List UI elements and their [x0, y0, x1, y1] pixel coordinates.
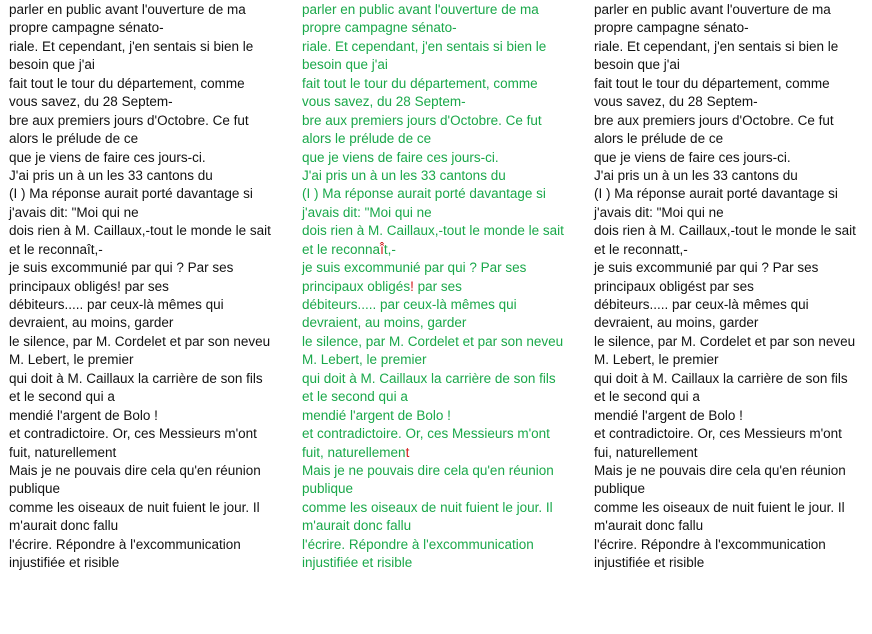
- text-column-left: parler en public avant l'ouverture de ma…: [9, 0, 279, 574]
- text-line: et le reconnaî̂t,-: [302, 241, 396, 257]
- text-line: alors le prélude de ce: [594, 131, 724, 147]
- diff-highlight: î̂: [380, 241, 384, 257]
- text-line: et le second qui a: [9, 389, 115, 405]
- text-line: alors le prélude de ce: [302, 131, 432, 147]
- text-line: M. Lebert, le premier: [594, 352, 719, 368]
- text-line: (I ) Ma réponse aurait porté davantage s…: [9, 186, 253, 202]
- text-line: l'écrire. Répondre à l'excommunication: [594, 536, 826, 552]
- text-line: j'avais dit: "Moi qui ne: [594, 204, 724, 220]
- diff-highlight: !: [410, 278, 414, 294]
- text-line: vous savez, du 28 Septem-: [302, 94, 466, 110]
- text-line: dois rien à M. Caillaux,-tout le monde l…: [302, 223, 564, 239]
- diff-highlight: t: [405, 444, 410, 460]
- text-line: l'écrire. Répondre à l'excommunication: [302, 536, 534, 552]
- text-line: besoin que j'ai: [302, 57, 388, 73]
- text-line: et le reconnatt,-: [594, 241, 688, 257]
- text-line: injustifiée et risible: [594, 555, 705, 571]
- text-line: vous savez, du 28 Septem-: [594, 94, 758, 110]
- text-line: riale. Et cependant, j'en sentais si bie…: [594, 38, 839, 54]
- text-line: le silence, par M. Cordelet et par son n…: [302, 333, 564, 349]
- text-line: fait tout le tour du département, comme: [594, 75, 830, 91]
- text-line: comme les oiseaux de nuit fuient le jour…: [302, 499, 553, 515]
- text-line: publique: [302, 481, 354, 497]
- text-line: principaux obligés! par ses: [302, 278, 462, 294]
- text-line: mendié l'argent de Bolo !: [594, 407, 743, 423]
- text-line: J'ai pris un à un les 33 cantons du: [302, 167, 506, 183]
- text-line: le silence, par M. Cordelet et par son n…: [9, 333, 271, 349]
- text-line: que je viens de faire ces jours-ci.: [594, 149, 791, 165]
- text-line: besoin que j'ai: [594, 57, 680, 73]
- text-line: vous savez, du 28 Septem-: [9, 94, 173, 110]
- text-line: bre aux premiers jours d'Octobre. Ce fut: [594, 112, 834, 128]
- text-line: alors le prélude de ce: [9, 131, 139, 147]
- text-line: et le reconnaît,-: [9, 241, 103, 257]
- text-line: je suis excommunié par qui ? Par ses: [302, 260, 527, 276]
- text-line: propre campagne sénato-: [594, 20, 749, 36]
- text-line: j'avais dit: "Moi qui ne: [302, 204, 432, 220]
- text-line: riale. Et cependant, j'en sentais si bie…: [302, 38, 547, 54]
- text-line: dois rien à M. Caillaux,-tout le monde l…: [9, 223, 271, 239]
- text-line: propre campagne sénato-: [302, 20, 457, 36]
- text-line: (I ) Ma réponse aurait porté davantage s…: [594, 186, 838, 202]
- text-line: fait tout le tour du département, comme: [302, 75, 538, 91]
- text-line: qui doit à M. Caillaux la carrière de so…: [594, 370, 848, 386]
- text-line: principaux obligés! par ses: [9, 278, 169, 294]
- text-line: mendié l'argent de Bolo !: [9, 407, 158, 423]
- text-line: J'ai pris un à un les 33 cantons du: [594, 167, 798, 183]
- text-line: Mais je ne pouvais dire cela qu'en réuni…: [594, 462, 846, 478]
- text-line: comme les oiseaux de nuit fuient le jour…: [9, 499, 260, 515]
- text-line: je suis excommunié par qui ? Par ses: [594, 260, 819, 276]
- text-line: qui doit à M. Caillaux la carrière de so…: [9, 370, 263, 386]
- text-line: comme les oiseaux de nuit fuient le jour…: [594, 499, 845, 515]
- text-line: Mais je ne pouvais dire cela qu'en réuni…: [9, 462, 261, 478]
- text-line: j'avais dit: "Moi qui ne: [9, 204, 139, 220]
- text-line: mendié l'argent de Bolo !: [302, 407, 451, 423]
- text-column-right: parler en public avant l'ouverture de ma…: [594, 0, 864, 574]
- text-line: débiteurs..... par ceux-là mêmes qui: [9, 297, 224, 312]
- text-line: débiteurs..... par ceux-là mêmes qui: [302, 297, 517, 312]
- text-line: m'aurait donc fallu: [302, 518, 412, 534]
- text-line: injustifiée et risible: [9, 555, 120, 571]
- text-line: et contradictoire. Or, ces Messieurs m'o…: [594, 426, 842, 442]
- text-line: et le second qui a: [302, 389, 408, 405]
- text-line: et le second qui a: [594, 389, 700, 405]
- text-line: devraient, au moins, garder: [302, 315, 467, 331]
- text-line: besoin que j'ai: [9, 57, 95, 73]
- text-line: l'écrire. Répondre à l'excommunication: [9, 536, 241, 552]
- text-line: publique: [594, 481, 646, 497]
- text-line: m'aurait donc fallu: [9, 518, 119, 534]
- text-column-middle: parler en public avant l'ouverture de ma…: [302, 0, 572, 574]
- text-line: Mais je ne pouvais dire cela qu'en réuni…: [302, 462, 554, 478]
- text-line: fuit, naturellement: [302, 444, 410, 460]
- text-line: je suis excommunié par qui ? Par ses: [9, 260, 234, 276]
- text-line: M. Lebert, le premier: [302, 352, 427, 368]
- text-line: dois rien à M. Caillaux,-tout le monde l…: [594, 223, 856, 239]
- text-line: le silence, par M. Cordelet et par son n…: [594, 333, 856, 349]
- text-line: publique: [9, 481, 61, 497]
- text-line: bre aux premiers jours d'Octobre. Ce fut: [302, 112, 542, 128]
- text-line: débiteurs..... par ceux-là mêmes qui: [594, 297, 809, 312]
- text-line: devraient, au moins, garder: [594, 315, 759, 331]
- text-line: et contradictoire. Or, ces Messieurs m'o…: [302, 426, 550, 442]
- text-line: bre aux premiers jours d'Octobre. Ce fut: [9, 112, 249, 128]
- text-line: parler en public avant l'ouverture de ma: [9, 2, 246, 17]
- text-line: et contradictoire. Or, ces Messieurs m'o…: [9, 426, 257, 442]
- text-line: propre campagne sénato-: [9, 20, 164, 36]
- text-line: que je viens de faire ces jours-ci.: [9, 149, 206, 165]
- text-line: (I ) Ma réponse aurait porté davantage s…: [302, 186, 546, 202]
- text-line: devraient, au moins, garder: [9, 315, 174, 331]
- text-line: parler en public avant l'ouverture de ma: [302, 2, 539, 17]
- text-line: parler en public avant l'ouverture de ma: [594, 2, 831, 17]
- text-line: fait tout le tour du département, comme: [9, 75, 245, 91]
- text-line: m'aurait donc fallu: [594, 518, 704, 534]
- text-line: riale. Et cependant, j'en sentais si bie…: [9, 38, 254, 54]
- text-line: injustifiée et risible: [302, 555, 413, 571]
- text-line: principaux obligést par ses: [594, 278, 754, 294]
- text-line: fui, naturellement: [594, 444, 698, 460]
- text-line: que je viens de faire ces jours-ci.: [302, 149, 499, 165]
- text-line: fuit, naturellement: [9, 444, 117, 460]
- text-line: M. Lebert, le premier: [9, 352, 134, 368]
- text-line: qui doit à M. Caillaux la carrière de so…: [302, 370, 556, 386]
- text-line: J'ai pris un à un les 33 cantons du: [9, 167, 213, 183]
